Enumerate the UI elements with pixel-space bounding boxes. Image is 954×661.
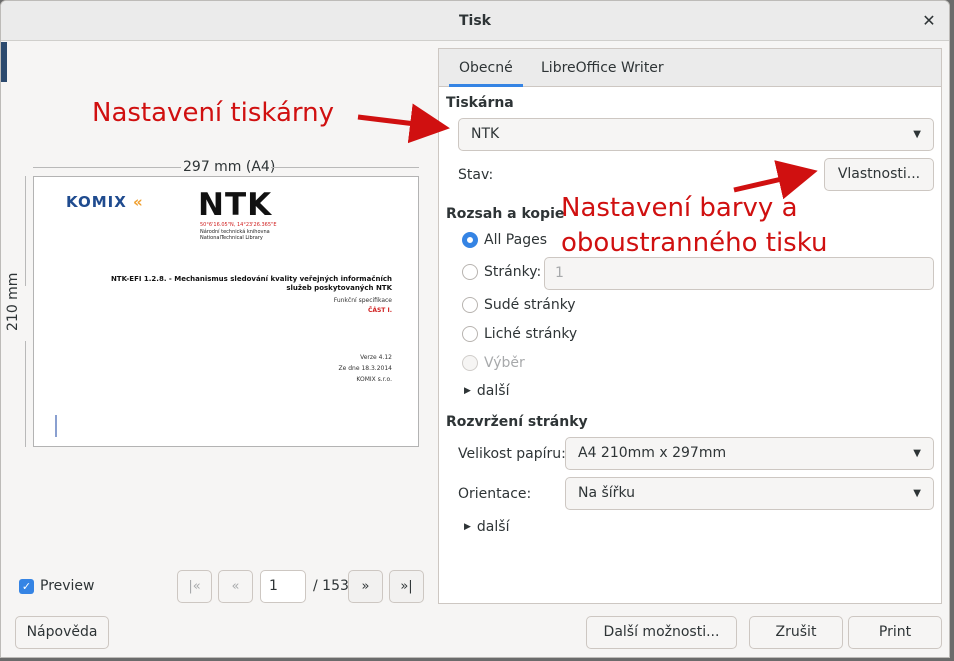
radio-selection: Výběr	[462, 355, 525, 371]
next-page-icon: »	[361, 579, 370, 594]
background-window-edge	[1, 42, 7, 82]
height-dimension-line-top	[25, 176, 26, 286]
height-dimension-line-bottom	[25, 341, 26, 447]
printer-select-value: NTK	[471, 126, 500, 142]
chevron-down-icon: ▼	[913, 448, 921, 459]
print-button[interactable]: Print	[848, 616, 942, 649]
orientation-select[interactable]: Na šířku ▼	[565, 477, 934, 510]
range-section-label: Rozsah a kopie	[446, 206, 565, 222]
document-subtitle: Funkční specifikace	[333, 297, 392, 304]
next-page-button[interactable]: »	[348, 570, 383, 603]
ntk-logo: NTK	[198, 187, 273, 223]
last-page-icon: »|	[400, 579, 413, 594]
paper-size-value: A4 210mm x 297mm	[578, 445, 727, 461]
printer-select[interactable]: NTK ▼	[458, 118, 934, 151]
preview-checkbox-row[interactable]: ✓ Preview	[19, 578, 95, 594]
radio-pages-indicator[interactable]	[462, 264, 478, 280]
document-date: Ze dne 18.3.2014	[338, 365, 392, 372]
layout-section-label: Rozvržení stránky	[446, 414, 588, 430]
radio-pages-label: Stránky:	[484, 264, 542, 280]
preview-width-label: 297 mm (A4)	[183, 159, 276, 175]
tab-general[interactable]: Obecné	[449, 49, 523, 87]
radio-odd-pages-indicator[interactable]	[462, 326, 478, 342]
document-title: NTK-EFI 1.2.8. - Mechanismus sledování k…	[110, 275, 392, 292]
first-page-button[interactable]: |«	[177, 570, 212, 603]
close-icon[interactable]: ✕	[919, 11, 939, 31]
dialog-title: Tisk	[459, 13, 491, 29]
tab-libreoffice-writer[interactable]: LibreOffice Writer	[531, 49, 674, 87]
layout-more-label: další	[476, 519, 510, 535]
radio-even-pages-indicator[interactable]	[462, 297, 478, 313]
ntk-subtitle-en: NationalTechnical Library	[200, 235, 263, 241]
help-button[interactable]: Nápověda	[15, 616, 109, 649]
page-margin-mark	[55, 415, 57, 437]
last-page-button[interactable]: »|	[389, 570, 424, 603]
printer-section-label: Tiskárna	[446, 95, 514, 111]
chevron-down-icon: ▼	[913, 488, 921, 499]
page-total-label: / 153	[313, 578, 349, 594]
radio-pages[interactable]: Stránky:	[462, 264, 541, 280]
printer-properties-button[interactable]: Vlastnosti...	[824, 158, 934, 191]
radio-even-pages[interactable]: Sudé stránky	[462, 297, 576, 313]
radio-selection-label: Výběr	[484, 355, 525, 371]
preview-checkbox[interactable]: ✓	[19, 578, 34, 594]
more-options-button[interactable]: Další možnosti...	[586, 616, 737, 649]
orientation-label: Orientace:	[458, 486, 532, 502]
radio-odd-pages-label: Liché stránky	[484, 326, 578, 342]
ntk-coordinates: 50°6'16.05"N, 14°23'26.365"E	[200, 222, 277, 228]
document-version: Verze 4.12	[360, 354, 392, 361]
orientation-value: Na šířku	[578, 485, 635, 501]
width-dimension-line-right	[271, 167, 419, 168]
document-part: ČÁST I.	[367, 307, 392, 314]
annotation-printer-settings: Nastavení tiskárny	[92, 98, 334, 128]
range-more-expander[interactable]: ▶ další	[464, 383, 509, 399]
annotation-color-duplex-line1: Nastavení barvy a	[561, 193, 798, 223]
tab-bar: Obecné LibreOffice Writer	[439, 49, 941, 87]
paper-size-select[interactable]: A4 210mm x 297mm ▼	[565, 437, 934, 470]
radio-all-pages-label: All Pages	[484, 232, 547, 248]
page-number-input[interactable]: 1	[260, 570, 306, 603]
previous-page-icon: «	[231, 579, 240, 594]
preview-checkbox-label: Preview	[40, 578, 95, 594]
layout-more-expander[interactable]: ▶ další	[464, 519, 509, 535]
page-preview: KOMIX « NTK 50°6'16.05"N, 14°23'26.365"E…	[33, 176, 419, 447]
expander-arrow-icon: ▶	[464, 522, 471, 532]
range-more-label: další	[476, 383, 510, 399]
radio-all-pages-indicator[interactable]	[462, 232, 478, 248]
title-bar: Tisk ✕	[1, 1, 949, 41]
expander-arrow-icon: ▶	[464, 386, 471, 396]
radio-even-pages-label: Sudé stránky	[484, 297, 576, 313]
radio-all-pages[interactable]: All Pages	[462, 232, 547, 248]
first-page-icon: |«	[188, 579, 201, 594]
komix-logo: KOMIX «	[66, 193, 144, 211]
annotation-color-duplex-line2: oboustranného tisku	[561, 228, 828, 258]
settings-notebook: Obecné LibreOffice Writer Tiskárna NTK ▼…	[438, 48, 942, 604]
width-dimension-line-left	[33, 167, 181, 168]
pages-range-input[interactable]: 1	[544, 257, 934, 290]
paper-size-label: Velikost papíru:	[458, 446, 566, 462]
printer-status-label: Stav:	[458, 167, 494, 183]
radio-odd-pages[interactable]: Liché stránky	[462, 326, 577, 342]
preview-height-label: 210 mm	[5, 272, 21, 331]
radio-selection-indicator	[462, 355, 478, 371]
previous-page-button[interactable]: «	[218, 570, 253, 603]
cancel-button[interactable]: Zrušit	[749, 616, 843, 649]
document-company: KOMIX s.r.o.	[356, 376, 392, 383]
chevron-down-icon: ▼	[913, 129, 921, 140]
